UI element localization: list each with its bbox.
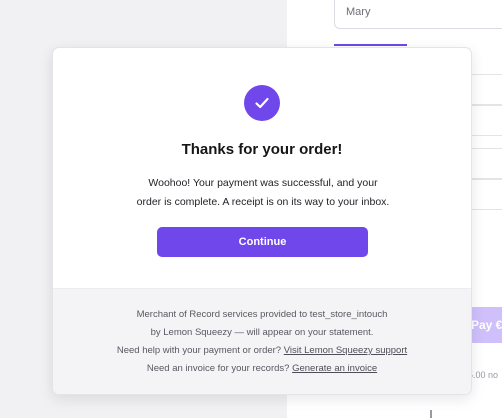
invoice-text: Need an invoice for your records?: [146, 363, 290, 374]
support-link[interactable]: Visit Lemon Squeezy support: [284, 345, 407, 356]
merchant-note: by Lemon Squeezy — will appear on your s…: [150, 327, 374, 338]
form-field[interactable]: [468, 105, 502, 136]
tax-note: 5.00 no: [468, 370, 499, 380]
generate-invoice-link[interactable]: Generate an invoice: [292, 363, 377, 374]
form-field[interactable]: [468, 148, 502, 179]
help-text: Need help with your payment or order?: [116, 345, 282, 356]
invoice-line: Need an invoice for your records? Genera…: [53, 360, 471, 378]
success-message: Woohoo! Your payment was successful, and…: [123, 174, 403, 212]
success-message-line: Woohoo! Your payment was successful, and…: [148, 177, 378, 189]
modal-body: Thanks for your order! Woohoo! Your paym…: [53, 48, 471, 288]
partial-icon: [430, 410, 436, 418]
form-field[interactable]: [468, 74, 502, 105]
continue-button[interactable]: Continue: [157, 227, 368, 257]
pay-button[interactable]: Pay €: [468, 307, 502, 343]
modal-title: Thanks for your order!: [181, 141, 343, 158]
success-message-line: order is complete. A receipt is on its w…: [136, 196, 390, 208]
name-field-value: Mary: [346, 6, 371, 18]
form-field[interactable]: [468, 179, 502, 210]
active-tab-indicator: [334, 44, 407, 46]
modal-footer: Merchant of Record services provided to …: [53, 288, 471, 394]
merchant-note: Merchant of Record services provided to …: [136, 309, 388, 320]
order-success-modal: Thanks for your order! Woohoo! Your paym…: [52, 47, 472, 395]
help-line: Need help with your payment or order? Vi…: [53, 342, 471, 360]
name-field[interactable]: Mary: [334, 0, 502, 29]
success-badge: [244, 85, 280, 121]
check-icon: [255, 97, 269, 109]
